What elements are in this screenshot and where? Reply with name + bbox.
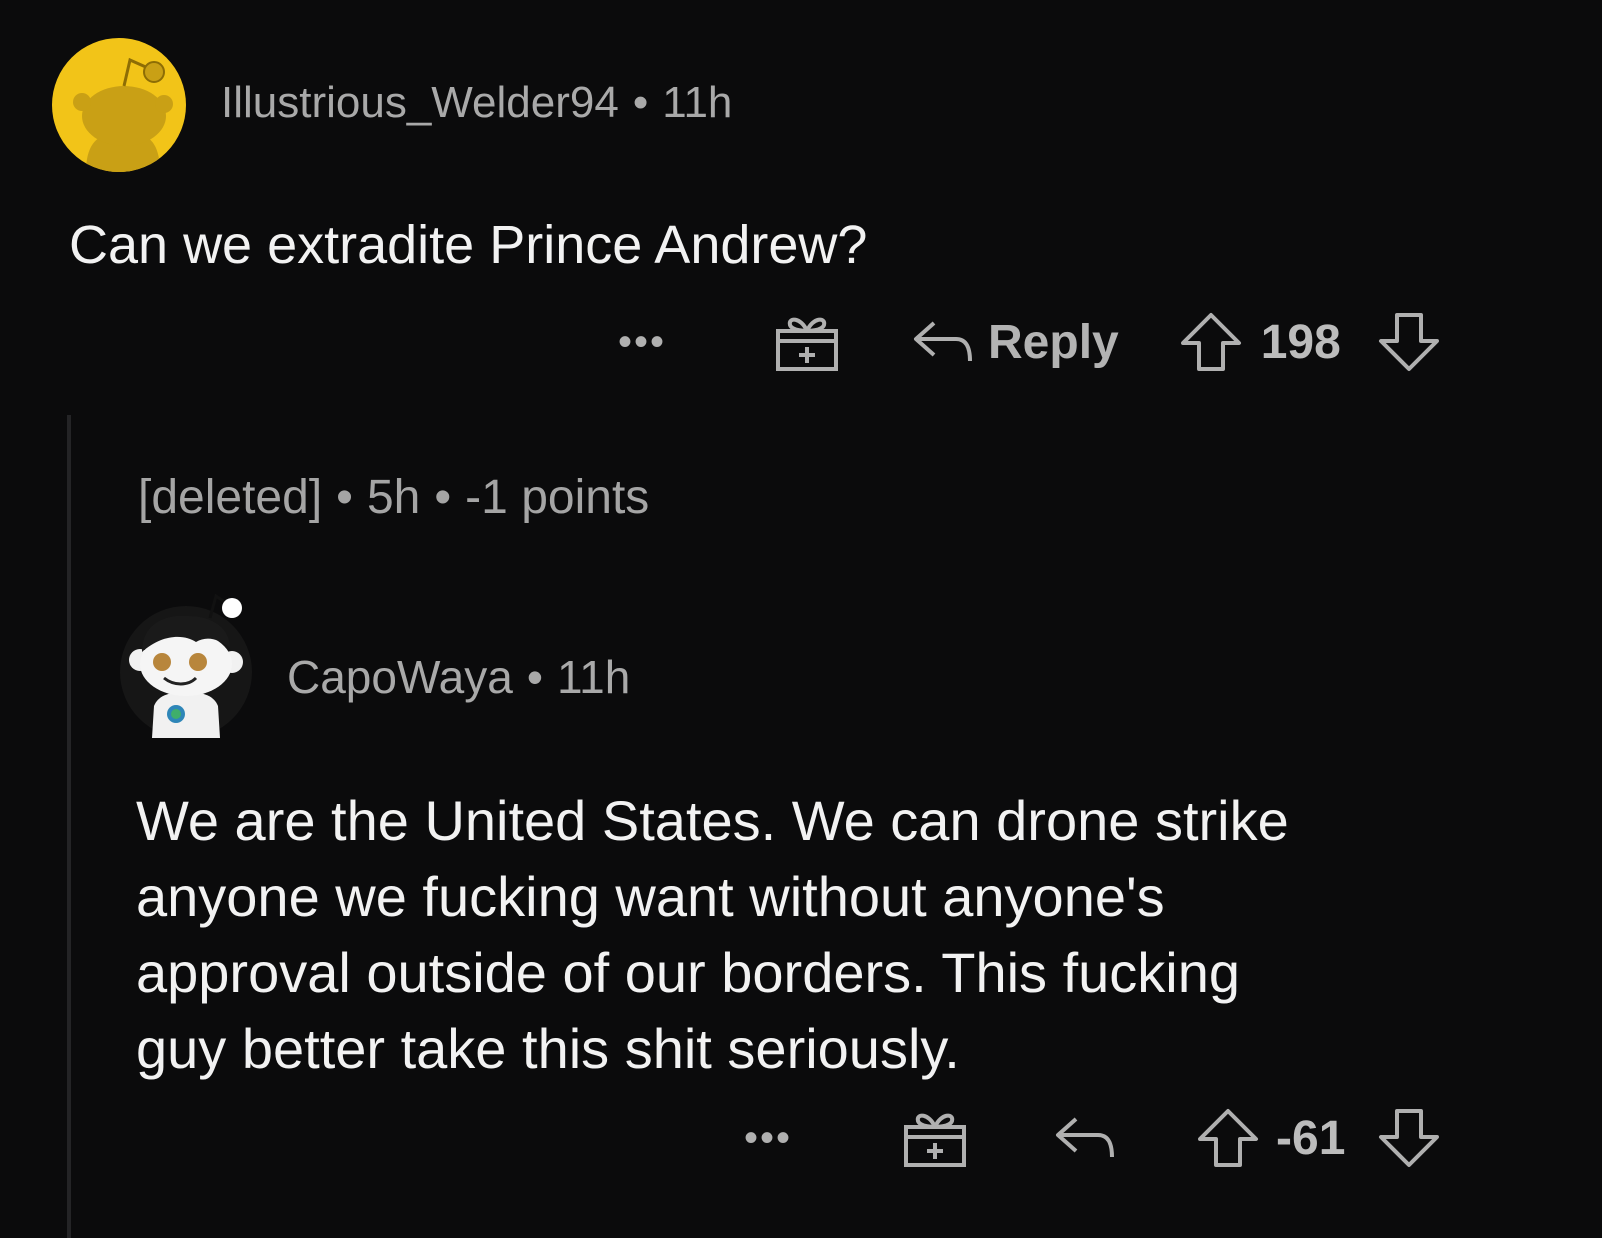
more-options-button[interactable]: ••• bbox=[618, 322, 666, 362]
reply-button[interactable]: Reply bbox=[912, 315, 1119, 370]
comment-meta: CapoWaya • 11h bbox=[287, 650, 630, 704]
comment-body: Can we extradite Prince Andrew? bbox=[69, 215, 868, 275]
downvote-button[interactable] bbox=[1377, 311, 1441, 373]
avatar[interactable] bbox=[52, 38, 186, 172]
vote-score: 198 bbox=[1260, 315, 1341, 369]
downvote-arrow-icon bbox=[1378, 313, 1439, 371]
upvote-button[interactable] bbox=[1179, 311, 1243, 373]
deleted-comment-meta[interactable]: [deleted] • 5h • -1 points bbox=[138, 470, 649, 525]
separator-dot: • bbox=[336, 471, 353, 524]
timestamp: 5h bbox=[366, 471, 421, 524]
comment-body-line: anyone we fucking want without anyone's bbox=[136, 865, 1165, 928]
upvote-arrow-icon bbox=[1198, 1109, 1259, 1167]
upvote-button[interactable] bbox=[1196, 1107, 1260, 1169]
reply-label: Reply bbox=[988, 315, 1119, 369]
award-button[interactable] bbox=[902, 1107, 968, 1169]
comment-body-line: guy better take this shit seriously. bbox=[136, 1017, 960, 1080]
timestamp: 11h bbox=[662, 78, 733, 127]
more-options-button[interactable]: ••• bbox=[744, 1118, 792, 1158]
username[interactable]: CapoWaya bbox=[287, 650, 513, 704]
vote-score: -61 bbox=[1276, 1111, 1346, 1165]
reply-arrow-icon bbox=[1056, 1117, 1115, 1158]
comment-body-line: We are the United States. We can drone s… bbox=[136, 789, 1289, 852]
thread-line[interactable] bbox=[67, 415, 71, 1238]
timestamp: 11h bbox=[556, 651, 631, 703]
separator-dot: • bbox=[526, 651, 543, 703]
snoo-avatar-icon bbox=[120, 593, 252, 738]
username: [deleted] bbox=[138, 471, 323, 524]
points: -1 points bbox=[465, 471, 650, 524]
comment-meta: Illustrious_Welder94 • 11h bbox=[221, 78, 732, 128]
downvote-arrow-icon bbox=[1379, 1109, 1440, 1167]
separator-dot: • bbox=[434, 471, 452, 524]
separator-dot: • bbox=[632, 78, 649, 127]
comment-body: We are the United States. We can drone s… bbox=[136, 783, 1556, 1087]
username[interactable]: Illustrious_Welder94 bbox=[221, 78, 619, 128]
award-button[interactable] bbox=[774, 311, 840, 373]
gift-icon bbox=[776, 317, 839, 371]
reply-arrow-icon bbox=[914, 321, 973, 362]
reply-button[interactable] bbox=[1054, 1113, 1116, 1163]
snoo-avatar-icon bbox=[73, 57, 173, 172]
upvote-arrow-icon bbox=[1180, 313, 1241, 371]
gift-icon bbox=[904, 1113, 967, 1167]
avatar[interactable] bbox=[118, 588, 258, 738]
comment-actions: ••• Reply 198 bbox=[618, 304, 1441, 380]
comment-body-line: approval outside of our borders. This fu… bbox=[136, 941, 1241, 1004]
comment-actions: ••• -61 bbox=[744, 1100, 1441, 1176]
downvote-button[interactable] bbox=[1377, 1107, 1441, 1169]
